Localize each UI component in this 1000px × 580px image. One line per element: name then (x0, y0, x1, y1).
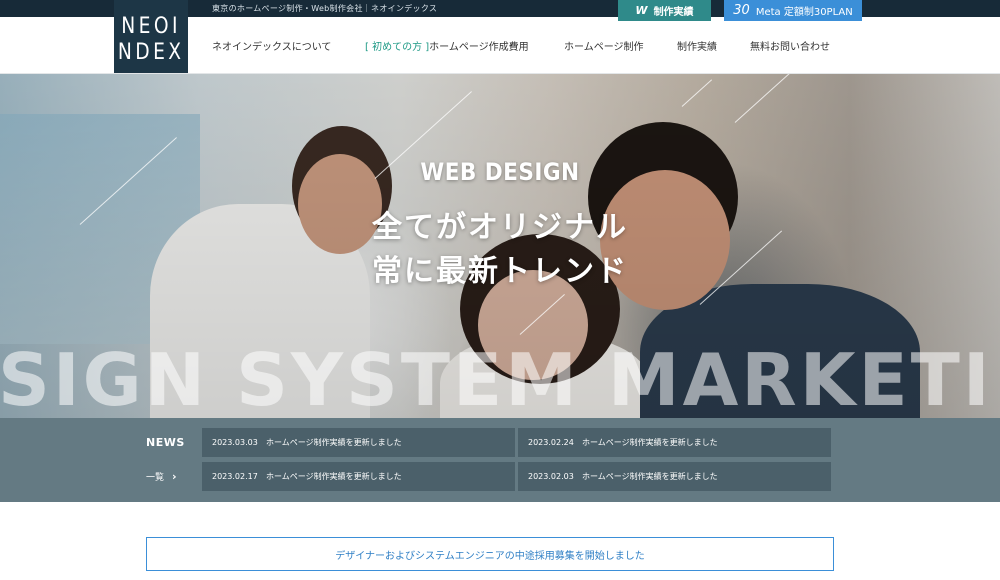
nav-first-time-label: ホームページ作成費用 (429, 42, 529, 53)
nav-works-label: 制作実績 (677, 42, 717, 53)
recruit-banner-text: デザイナーおよびシステムエンジニアの中途採用募集を開始しました (335, 550, 645, 562)
nav-web-production-label: ホームページ制作 (564, 42, 644, 53)
news-item[interactable]: 2023.02.03 ホームページ制作実績を更新しました (518, 462, 831, 491)
news-item-title: ホームページ制作実績を更新しました (582, 438, 718, 447)
news-item[interactable]: 2023.03.03 ホームページ制作実績を更新しました (202, 428, 515, 457)
nav-works[interactable]: 制作実績 (677, 17, 717, 74)
logo-line-2: NDEX (117, 39, 185, 65)
site-logo[interactable]: NEOI NDEX (114, 0, 188, 73)
works-button[interactable]: W 制作実績 (618, 0, 711, 21)
works-icon: W (635, 4, 648, 17)
site-tagline: 東京のホームページ制作・Web制作会社｜ネオインデックス (212, 4, 438, 13)
nav-first-time-accent: [ 初めての方 ] (365, 42, 430, 53)
news-item[interactable]: 2023.02.24 ホームページ制作実績を更新しました (518, 428, 831, 457)
meta-plan-button[interactable]: 30 Meta 定額制30PLAN (724, 0, 862, 21)
hero-headline-1: 全てがオリジナル (372, 210, 628, 245)
news-item-title: ホームページ制作実績を更新しました (582, 472, 718, 481)
nav-first-time[interactable]: [ 初めての方 ] ホームページ作成費用 (365, 17, 529, 74)
news-item-title: ホームページ制作実績を更新しました (266, 472, 402, 481)
hero: WEB DESIGN 全てがオリジナル 常に最新トレンド SIGN SYSTEM… (0, 74, 1000, 418)
nav-web-production[interactable]: ホームページ制作 (564, 17, 644, 74)
news-all-link[interactable]: 一覧 › (146, 470, 177, 483)
nav-about[interactable]: ネオインデックスについて (212, 17, 331, 74)
nav-about-label: ネオインデックスについて (212, 42, 332, 53)
hero-headline-2: 常に最新トレンド (372, 254, 628, 289)
chevron-right-icon: › (172, 470, 177, 483)
news-item-date: 2023.02.24 (528, 438, 574, 447)
news-all-label: 一覧 (146, 473, 165, 483)
hero-marquee-text: SIGN SYSTEM MARKETI (0, 338, 993, 418)
page: 東京のホームページ制作・Web制作会社｜ネオインデックス W 制作実績 30 M… (0, 0, 1000, 580)
logo-line-1: NEOI (121, 13, 181, 39)
works-button-label: 制作実績 (653, 7, 694, 18)
news-item-date: 2023.02.03 (528, 472, 574, 481)
news-item-date: 2023.02.17 (212, 472, 258, 481)
recruit-banner-link[interactable]: デザイナーおよびシステムエンジニアの中途採用募集を開始しました (146, 537, 834, 571)
news-item-date: 2023.03.03 (212, 438, 258, 447)
news-item[interactable]: 2023.02.17 ホームページ制作実績を更新しました (202, 462, 515, 491)
meta-plan-number: 30 (733, 3, 750, 18)
news-item-title: ホームページ制作実績を更新しました (266, 438, 402, 447)
nav-contact[interactable]: 無料お問い合わせ (750, 17, 830, 74)
hero-subtitle: WEB DESIGN (420, 158, 580, 186)
news-section: NEWS 一覧 › 2023.03.03 ホームページ制作実績を更新しました 2… (0, 418, 1000, 502)
news-label: NEWS (146, 436, 185, 449)
meta-plan-label: Meta 定額制30PLAN (755, 7, 853, 18)
nav-contact-label: 無料お問い合わせ (750, 42, 830, 53)
